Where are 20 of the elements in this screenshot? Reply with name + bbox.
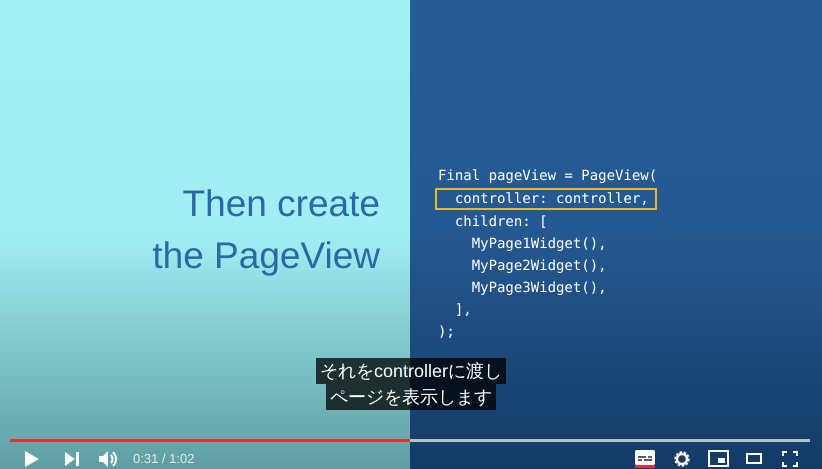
code-line: children: [	[454, 213, 548, 232]
next-icon[interactable]	[65, 452, 79, 466]
slide-title: Then create	[182, 182, 380, 226]
code-line: Final pageView = PageView(	[438, 167, 658, 186]
code-line: MyPage3Widget(),	[470, 279, 607, 298]
fullscreen-icon[interactable]	[782, 450, 798, 467]
time-display: 0:31 / 1:02	[133, 450, 194, 468]
code-line: ],	[454, 301, 472, 320]
miniplayer-icon[interactable]	[708, 450, 729, 468]
slide-title: the PageView	[152, 234, 380, 278]
captions-button[interactable]	[635, 450, 655, 468]
theater-mode-icon[interactable]	[746, 453, 762, 464]
play-icon[interactable]	[24, 450, 40, 468]
code-line: MyPage1Widget(),	[470, 235, 607, 254]
code-line: );	[438, 323, 455, 342]
code-line: MyPage2Widget(),	[470, 257, 607, 276]
subtitles-icon	[635, 450, 655, 465]
volume-icon[interactable]	[99, 450, 119, 468]
settings-icon[interactable]	[673, 450, 691, 468]
progress-track[interactable]	[10, 439, 810, 442]
